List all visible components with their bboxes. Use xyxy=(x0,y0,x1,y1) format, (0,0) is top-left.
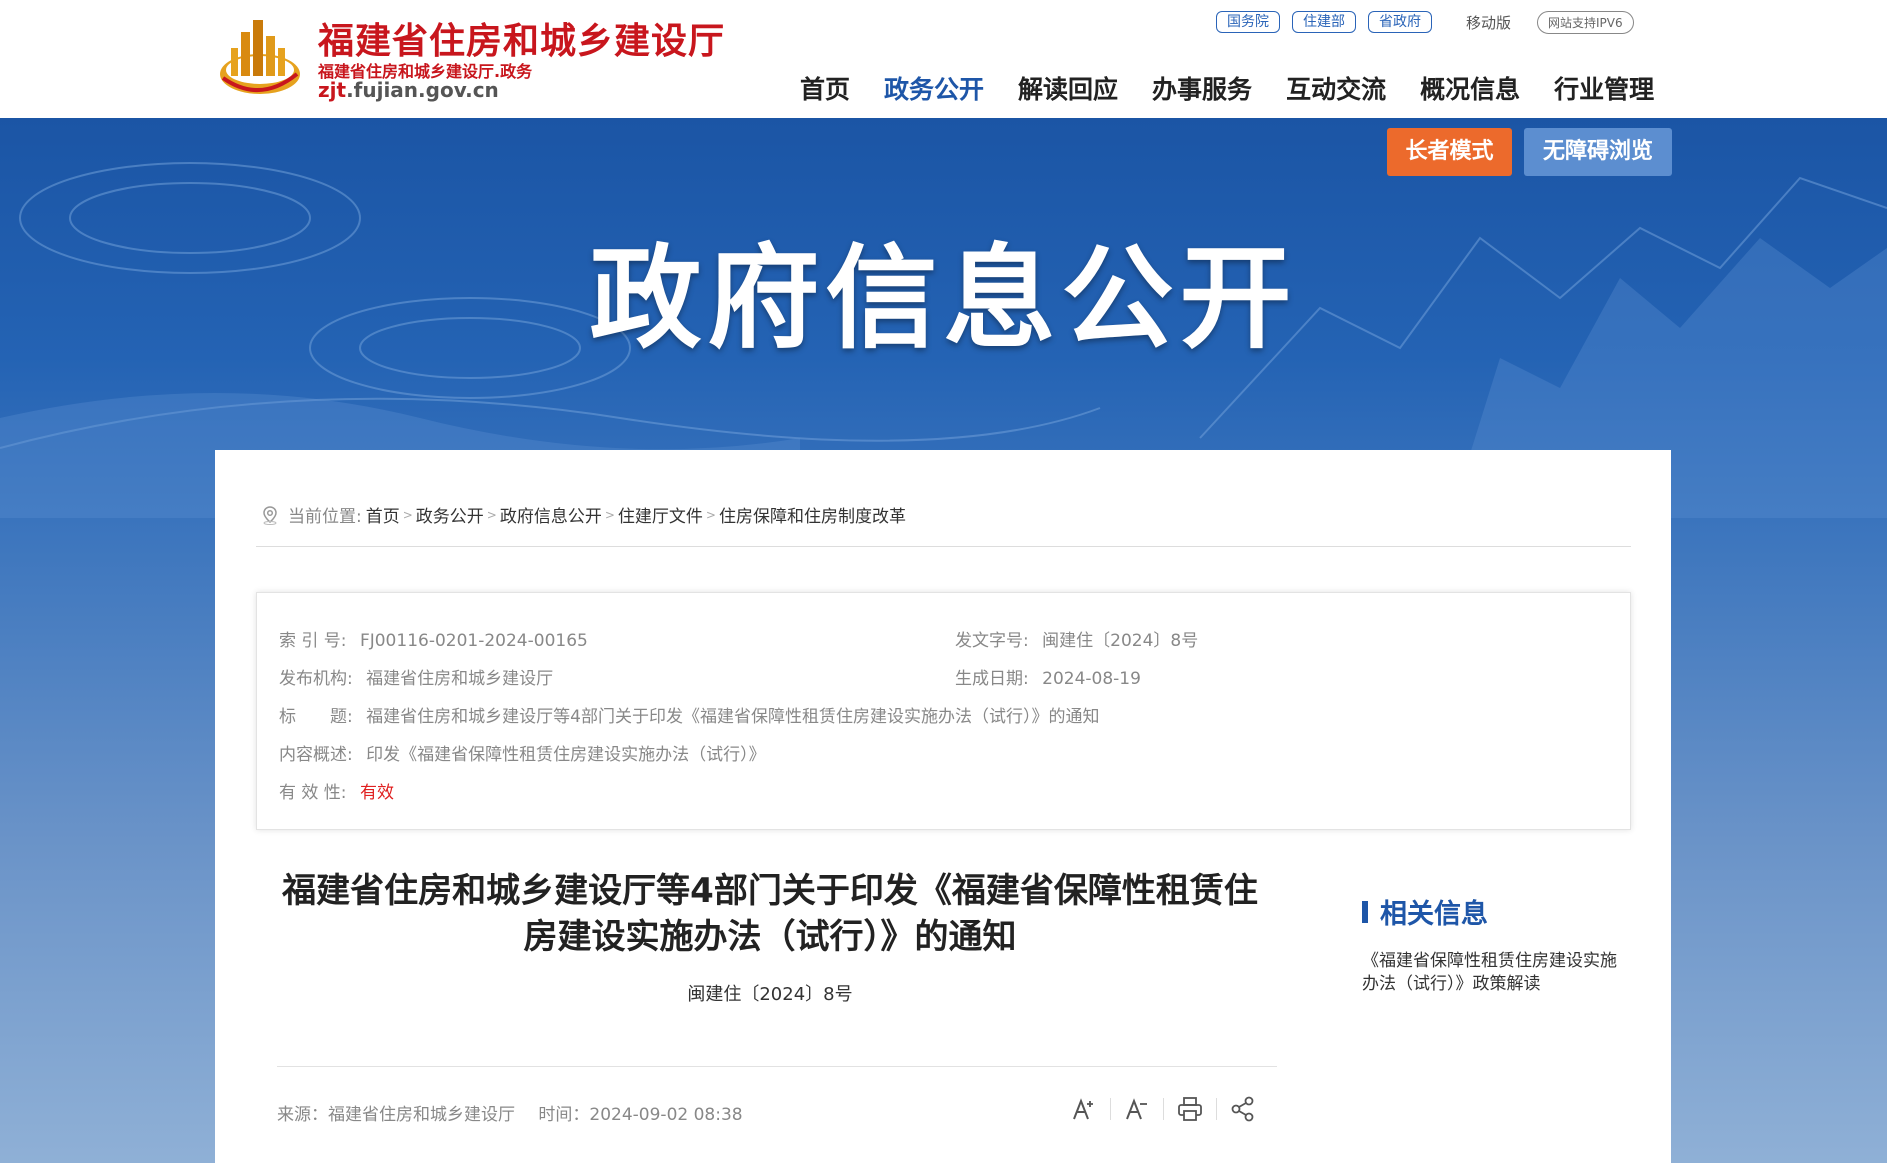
nav-services[interactable]: 办事服务 xyxy=(1152,70,1252,106)
meta-summary-row: 内容概述: 印发《福建省保障性租赁住房建设实施办法（试行）》 xyxy=(279,740,766,765)
breadcrumb-dept-documents[interactable]: 住建厅文件 xyxy=(618,502,703,527)
meta-validity-row: 有 效 性: 有效 xyxy=(279,778,394,803)
site-header: 福建省住房和城乡建设厅 福建省住房和城乡建设厅.政务 zjt.fujian.go… xyxy=(0,0,1887,118)
content-panel: 当前位置: 首页 > 政务公开 > 政府信息公开 > 住建厅文件 > 住房保障和… xyxy=(215,450,1671,1163)
related-info-title: 相关信息 xyxy=(1380,899,1488,930)
font-increase-icon[interactable] xyxy=(1070,1095,1098,1123)
meta-summary-value: 印发《福建省保障性租赁住房建设实施办法（试行）》 xyxy=(366,745,766,765)
meta-index-value: FJ00116-0201-2024-00165 xyxy=(359,631,588,651)
meta-title-row: 标 题: 福建省住房和城乡建设厅等4部门关于印发《福建省保障性租赁住房建设实施办… xyxy=(279,702,1099,727)
meta-title-label: 标 题: xyxy=(279,707,353,727)
elder-mode-button[interactable]: 长者模式 xyxy=(1387,128,1512,176)
breadcrumb-separator: > xyxy=(705,507,716,522)
meta-doc-number-label: 发文字号: xyxy=(955,631,1029,651)
tool-separator xyxy=(1216,1098,1217,1120)
meta-date-value: 2024-08-19 xyxy=(1042,669,1141,689)
meta-index-label: 索 引 号: xyxy=(279,631,347,651)
font-decrease-icon[interactable] xyxy=(1123,1095,1151,1123)
accessible-browse-button[interactable]: 无障碍浏览 xyxy=(1524,128,1672,176)
meta-date-label: 生成日期: xyxy=(955,669,1029,689)
domain-rest: .fujian.gov.cn xyxy=(346,78,499,102)
tool-separator xyxy=(1163,1098,1164,1120)
ipv6-badge: 网站支持IPV6 xyxy=(1537,10,1634,34)
related-info-heading: 相关信息 xyxy=(1362,892,1488,931)
breadcrumb-info-disclosure[interactable]: 政府信息公开 xyxy=(500,502,602,527)
document-title-line1: 福建省住房和城乡建设厅等4部门关于印发《福建省保障性租赁住 xyxy=(282,871,1258,911)
document-source: 来源：福建省住房和城乡建设厅 xyxy=(277,1105,515,1125)
site-domain: zjt.fujian.gov.cn xyxy=(318,78,499,102)
location-pin-icon xyxy=(263,505,277,525)
meta-publisher-row: 发布机构: 福建省住房和城乡建设厅 xyxy=(279,664,553,689)
meta-title-value: 福建省住房和城乡建设厅等4部门关于印发《福建省保障性租赁住房建设实施办法（试行）… xyxy=(366,707,1100,727)
mobile-version-link[interactable]: 移动版 xyxy=(1466,12,1511,33)
nav-home[interactable]: 首页 xyxy=(800,70,850,106)
site-logo-icon[interactable] xyxy=(215,12,305,102)
breadcrumb-gov-affairs[interactable]: 政务公开 xyxy=(416,502,484,527)
print-icon[interactable] xyxy=(1176,1095,1204,1123)
meta-index-row: 索 引 号: FJ00116-0201-2024-00165 xyxy=(279,626,588,651)
document-number: 闽建住〔2024〕8号 xyxy=(687,984,853,1005)
document-info: 来源：福建省住房和城乡建设厅 时间：2024-09-02 08:38 xyxy=(277,1100,743,1125)
breadcrumb: 当前位置: 首页 > 政务公开 > 政府信息公开 > 住建厅文件 > 住房保障和… xyxy=(260,502,906,527)
meta-publisher-label: 发布机构: xyxy=(279,669,353,689)
nav-interaction[interactable]: 互动交流 xyxy=(1286,70,1386,106)
document-title: 福建省住房和城乡建设厅等4部门关于印发《福建省保障性租赁住 房建设实施办法（试行… xyxy=(255,868,1285,960)
meta-date-row: 生成日期: 2024-08-19 xyxy=(955,664,1141,689)
meta-doc-number-row: 发文字号: 闽建住〔2024〕8号 xyxy=(955,626,1198,651)
meta-publisher-value: 福建省住房和城乡建设厅 xyxy=(366,669,554,689)
document-divider xyxy=(277,1066,1277,1067)
main-nav: 首页 政务公开 解读回应 办事服务 互动交流 概况信息 行业管理 xyxy=(800,70,1654,106)
breadcrumb-home[interactable]: 首页 xyxy=(366,502,400,527)
breadcrumb-separator: > xyxy=(604,507,615,522)
breadcrumb-label: 当前位置: xyxy=(288,507,362,527)
meta-validity-value: 有效 xyxy=(359,783,394,803)
banner-title: 政府信息公开 xyxy=(589,234,1298,364)
related-policy-link[interactable]: 《福建省保障性租赁住房建设实施办法（试行）》政策解读 xyxy=(1362,950,1622,996)
breadcrumb-separator: > xyxy=(486,507,497,522)
toplink-province-gov[interactable]: 省政府 xyxy=(1368,11,1432,33)
related-heading-bar xyxy=(1362,900,1368,923)
meta-doc-number-value: 闽建住〔2024〕8号 xyxy=(1042,631,1199,651)
document-title-line2: 房建设实施办法（试行）》的通知 xyxy=(523,917,1017,957)
tool-separator xyxy=(1110,1098,1111,1120)
breadcrumb-housing-reform[interactable]: 住房保障和住房制度改革 xyxy=(719,502,906,527)
nav-gov-affairs[interactable]: 政务公开 xyxy=(884,70,984,106)
nav-interpretation[interactable]: 解读回应 xyxy=(1018,70,1118,106)
nav-industry[interactable]: 行业管理 xyxy=(1554,70,1654,106)
domain-prefix: zjt xyxy=(318,78,347,102)
share-icon[interactable] xyxy=(1229,1095,1257,1123)
site-title[interactable]: 福建省住房和城乡建设厅 xyxy=(318,12,725,64)
breadcrumb-divider xyxy=(256,546,1631,547)
meta-summary-label: 内容概述: xyxy=(279,745,353,765)
document-tools xyxy=(1070,1095,1257,1123)
nav-overview[interactable]: 概况信息 xyxy=(1420,70,1520,106)
document-time: 时间：2024-09-02 08:38 xyxy=(538,1105,743,1125)
toplink-state-council[interactable]: 国务院 xyxy=(1216,11,1280,33)
document-metadata-box: 索 引 号: FJ00116-0201-2024-00165 发文字号: 闽建住… xyxy=(256,592,1631,830)
breadcrumb-separator: > xyxy=(402,507,413,522)
meta-validity-label: 有 效 性: xyxy=(279,783,347,803)
toplink-mohurd[interactable]: 住建部 xyxy=(1292,11,1356,33)
top-links: 国务院 住建部 省政府 移动版 网站支持IPV6 xyxy=(1216,10,1634,34)
